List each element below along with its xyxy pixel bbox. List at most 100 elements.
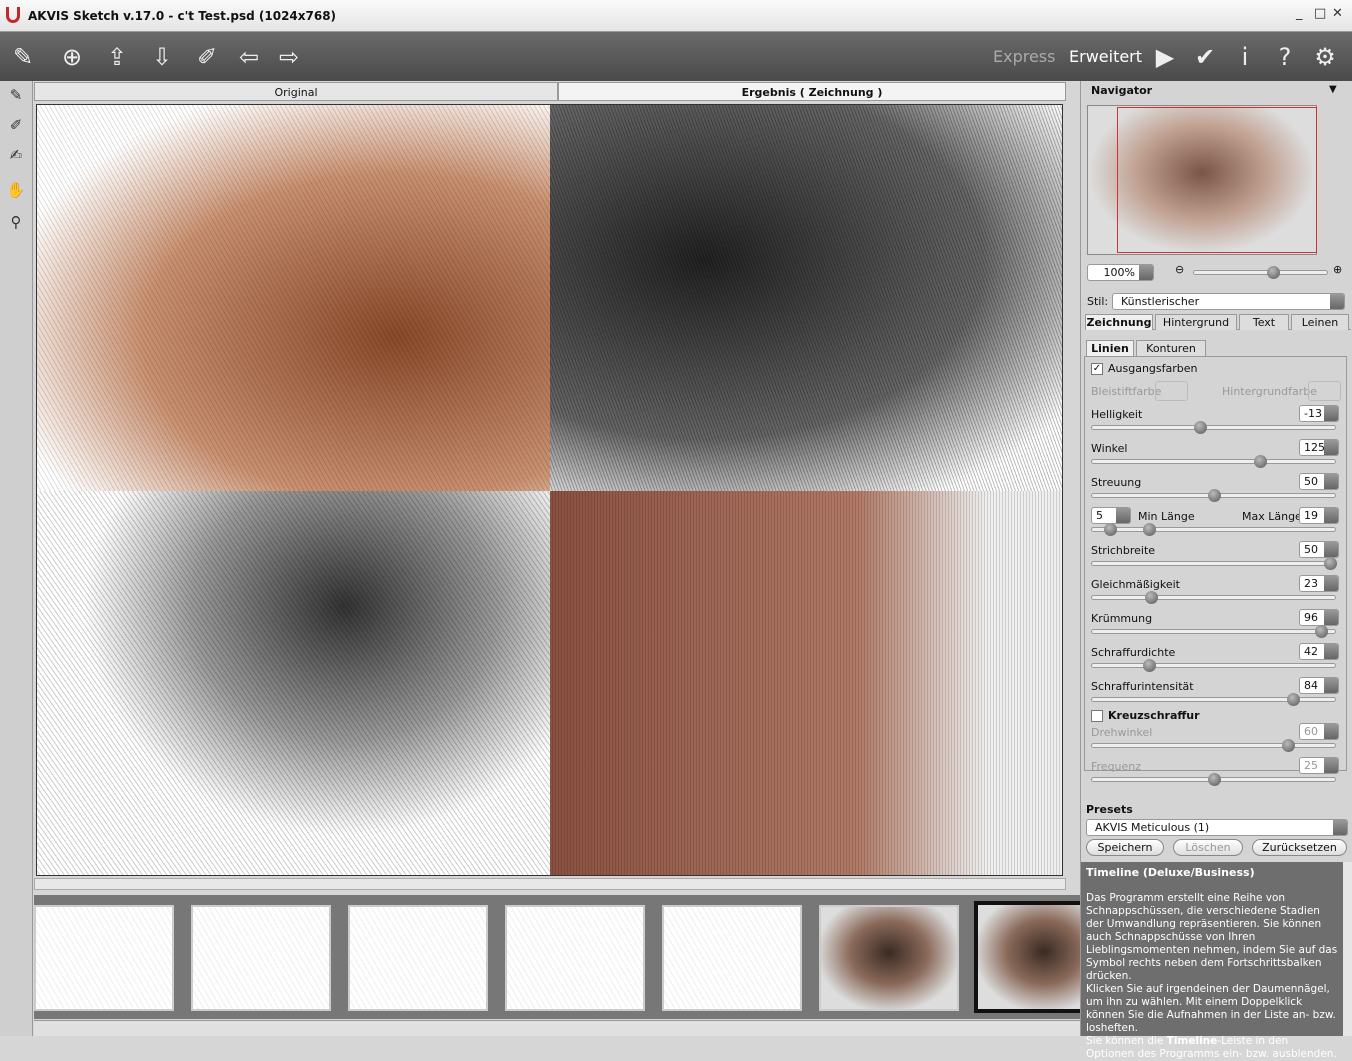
open-image-button[interactable]: ⊕ [55, 40, 89, 74]
tab-result[interactable]: Ergebnis ( Zeichnung ) [558, 82, 1066, 101]
tab-konturen[interactable]: Konturen [1136, 340, 1206, 356]
save-preset-button[interactable]: Speichern [1086, 839, 1164, 856]
tab-zeichnung[interactable]: Zeichnung [1085, 314, 1153, 330]
param-spinbox[interactable]: 42 [1299, 643, 1339, 660]
param-spinbox[interactable]: 96 [1299, 609, 1339, 626]
crosshatch-checkbox[interactable] [1091, 710, 1103, 722]
slider-knob[interactable] [1194, 421, 1208, 434]
length-range-slider[interactable] [1091, 523, 1336, 536]
tab-hintergrund[interactable]: Hintergrund [1155, 314, 1237, 330]
collapse-chevron-icon[interactable]: ▼ [1329, 84, 1337, 95]
mode-advanced[interactable]: Erweitert [1069, 47, 1142, 66]
help-scrollbar[interactable] [1343, 862, 1352, 1036]
param-slider[interactable] [1091, 557, 1337, 570]
slider-knob[interactable] [1145, 591, 1159, 604]
save-image-button[interactable]: ⇪ [100, 40, 134, 74]
image-canvas[interactable] [36, 104, 1063, 876]
style-select[interactable]: Künstlerischer [1112, 293, 1345, 310]
run-button[interactable]: ▶ [1148, 40, 1182, 74]
timeline-thumbnail[interactable] [819, 905, 959, 1011]
zoom-out-icon[interactable]: ⊖ [1175, 263, 1184, 276]
settings-tabs: Zeichnung Hintergrund Text Leinen [1085, 314, 1351, 330]
print-button[interactable]: ⇩ [145, 40, 179, 74]
minimize-button[interactable]: _ [1296, 6, 1303, 21]
timeline-thumbnail[interactable] [662, 905, 802, 1011]
param-slider[interactable] [1091, 421, 1336, 434]
bg-color-label: Hintergrundfarbe [1222, 385, 1318, 398]
zoom-tool-icon[interactable]: ⚲ [5, 213, 27, 235]
pencil-color-swatch[interactable] [1155, 381, 1188, 401]
timeline-scrollbar[interactable] [34, 1020, 1080, 1036]
timeline-thumbnail[interactable] [505, 905, 645, 1011]
zoom-slider[interactable] [1193, 266, 1328, 279]
param-label: Drehwinkel [1091, 726, 1153, 739]
param-slider[interactable] [1091, 625, 1336, 638]
hand-tool-icon[interactable]: ✋ [5, 181, 27, 203]
pencil-tool-icon[interactable]: ✎ [5, 86, 27, 108]
canvas-horizontal-scrollbar[interactable] [34, 878, 1066, 890]
param-spinbox[interactable]: 50 [1299, 473, 1339, 490]
reset-preset-button[interactable]: Zurücksetzen [1252, 839, 1347, 856]
crosshatch-label: Kreuzschraffur [1108, 709, 1200, 722]
param-spinbox[interactable]: 23 [1299, 575, 1339, 592]
param-slider[interactable] [1091, 455, 1336, 468]
min-length-knob[interactable] [1103, 523, 1117, 536]
source-colors-label: Ausgangsfarben [1108, 362, 1198, 375]
source-colors-checkbox[interactable]: ✓ [1091, 363, 1103, 375]
param-slider[interactable] [1091, 739, 1336, 752]
param-label: Helligkeit [1091, 408, 1143, 421]
delete-preset-button[interactable]: Löschen [1173, 839, 1243, 856]
max-length-spinbox[interactable]: 19 [1299, 507, 1339, 524]
mode-express[interactable]: Express [993, 47, 1055, 66]
slider-knob[interactable] [1286, 693, 1300, 706]
slider-knob[interactable] [1314, 625, 1328, 638]
info-button[interactable]: i [1228, 40, 1262, 74]
timeline-strip [34, 895, 1114, 1019]
slider-knob[interactable] [1254, 455, 1268, 468]
timeline-thumbnail[interactable] [348, 905, 488, 1011]
apply-button[interactable]: ✔ [1188, 40, 1222, 74]
tab-linien[interactable]: Linien [1086, 340, 1134, 356]
param-spinbox[interactable]: 25 [1299, 757, 1339, 774]
slider-knob[interactable] [1282, 739, 1296, 752]
param-slider[interactable] [1091, 489, 1336, 502]
bg-color-swatch[interactable] [1308, 381, 1341, 401]
settings-gear-button[interactable]: ⚙ [1308, 40, 1342, 74]
param-slider[interactable] [1091, 659, 1336, 672]
param-spinbox[interactable]: 50 [1299, 541, 1339, 558]
zoom-select[interactable]: 100% [1087, 264, 1154, 281]
maximize-button[interactable]: □ [1314, 6, 1326, 21]
tab-text[interactable]: Text [1239, 314, 1289, 330]
undo-button[interactable]: ⇦ [232, 40, 266, 74]
zoom-slider-knob[interactable] [1267, 266, 1281, 279]
zoom-in-icon[interactable]: ⊕ [1333, 263, 1342, 276]
close-button[interactable]: ✕ [1332, 6, 1343, 21]
param-slider[interactable] [1091, 773, 1336, 786]
param-slider[interactable] [1091, 693, 1336, 706]
title-bar: AKVIS Sketch v.17.0 - c't Test.psd (1024… [0, 0, 1352, 32]
slider-knob[interactable] [1143, 659, 1157, 672]
max-length-knob[interactable] [1143, 523, 1157, 536]
timeline-thumbnail[interactable] [191, 905, 331, 1011]
min-length-spinbox[interactable]: 5 [1091, 507, 1131, 524]
smudge-tool-icon[interactable]: ✍ [5, 146, 27, 168]
param-slider[interactable] [1091, 591, 1336, 604]
slider-knob[interactable] [1208, 773, 1221, 786]
help-button[interactable]: ? [1268, 40, 1302, 74]
tab-original[interactable]: Original [34, 82, 558, 101]
timeline-thumbnail[interactable] [34, 905, 174, 1011]
param-spinbox[interactable]: -13 [1299, 405, 1339, 422]
eraser-tool-icon[interactable]: ✐ [5, 116, 27, 138]
tab-leinen[interactable]: Leinen [1291, 314, 1349, 330]
batch-brush-button[interactable]: ✐ [190, 40, 224, 74]
param-spinbox[interactable]: 125 [1299, 439, 1339, 456]
redo-button[interactable]: ⇨ [272, 40, 306, 74]
navigator-view-frame[interactable] [1117, 107, 1317, 253]
param-spinbox[interactable]: 84 [1299, 677, 1339, 694]
param-spinbox[interactable]: 60 [1299, 723, 1339, 740]
settings-panel: Navigator ▼ 100% ⊖ ⊕ Stil: Künstlerische… [1080, 81, 1352, 1060]
param-label: Frequenz [1091, 760, 1142, 773]
presets-select[interactable]: AKVIS Meticulous (1) [1086, 819, 1348, 836]
slider-knob[interactable] [1324, 557, 1337, 570]
slider-knob[interactable] [1208, 489, 1221, 502]
